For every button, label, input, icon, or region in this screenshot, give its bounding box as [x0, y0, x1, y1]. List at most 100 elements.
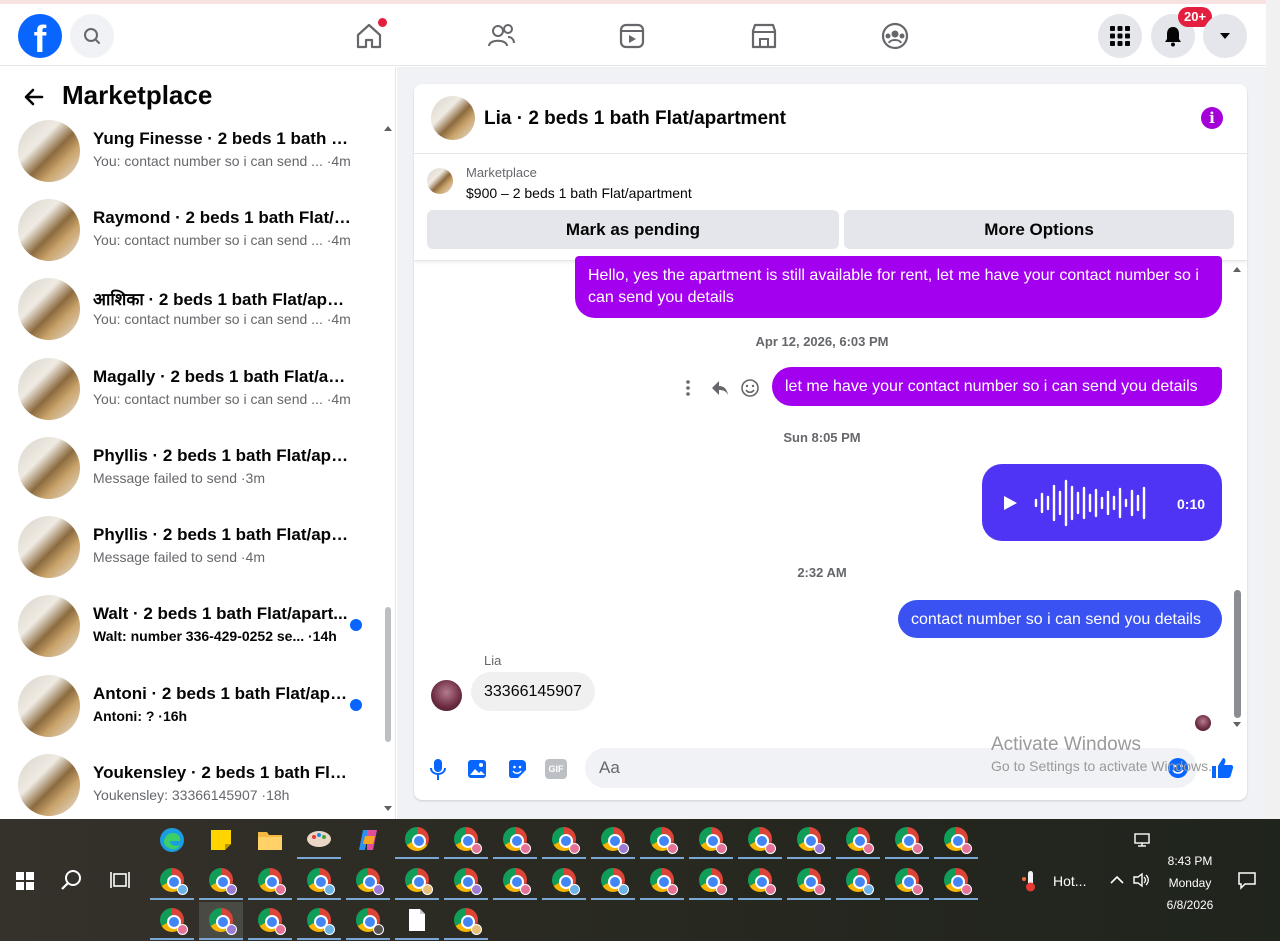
marketplace-tab[interactable]	[744, 16, 784, 56]
page-scrollbar[interactable]	[1266, 0, 1280, 819]
copilot-app[interactable]	[346, 821, 390, 859]
chrome-window[interactable]	[346, 902, 390, 940]
sent-message[interactable]: let me have your contact number so i can…	[772, 367, 1222, 406]
sent-message[interactable]: Hello, yes the apartment is still availa…	[575, 256, 1222, 318]
chrome-window[interactable]	[934, 821, 978, 859]
chrome-window[interactable]	[395, 821, 439, 859]
conversation-item[interactable]: Phyllis · 2 beds 1 bath Flat/apart... Me…	[18, 437, 378, 499]
chrome-window[interactable]	[689, 821, 733, 859]
chrome-window[interactable]	[689, 862, 733, 900]
chrome-window[interactable]	[297, 902, 341, 940]
sticky-notes-app[interactable]	[199, 821, 243, 859]
search-button[interactable]	[70, 14, 114, 58]
chrome-window[interactable]	[640, 862, 684, 900]
chrome-window[interactable]	[591, 862, 635, 900]
chrome-icon	[797, 827, 825, 854]
chrome-window[interactable]	[444, 902, 488, 940]
chrome-window[interactable]	[836, 821, 880, 859]
notepad-app[interactable]	[395, 902, 439, 940]
chrome-window[interactable]	[444, 862, 488, 900]
chrome-window[interactable]	[248, 862, 292, 900]
listing-thumbnail	[18, 516, 80, 578]
chrome-window[interactable]	[248, 902, 292, 940]
conversation-item[interactable]: Antoni · 2 beds 1 bath Flat/apa... Anton…	[18, 675, 378, 737]
sender-avatar[interactable]	[431, 680, 462, 711]
react-icon[interactable]	[740, 378, 760, 398]
sidebar-scroll-thumb[interactable]	[385, 607, 391, 742]
chrome-window[interactable]	[836, 862, 880, 900]
chrome-window[interactable]	[934, 862, 978, 900]
chat-scrollbar[interactable]	[1232, 262, 1244, 732]
chrome-window[interactable]	[640, 821, 684, 859]
chrome-window[interactable]	[493, 821, 537, 859]
chrome-window[interactable]	[542, 862, 586, 900]
chrome-window[interactable]	[885, 862, 929, 900]
account-button[interactable]	[1203, 14, 1247, 58]
menu-button[interactable]	[1098, 14, 1142, 58]
gif-button[interactable]: GIF	[545, 759, 567, 779]
conversation-item[interactable]: Youkensley · 2 beds 1 bath Flat/a... You…	[18, 754, 378, 816]
video-tab[interactable]	[612, 16, 652, 56]
chrome-window[interactable]	[738, 821, 782, 859]
chrome-icon	[846, 827, 874, 854]
conversation-preview: Walt: number 336-429-0252 se... ·14h	[93, 628, 337, 644]
chat-avatar[interactable]	[431, 96, 475, 140]
edge-app[interactable]	[150, 821, 194, 859]
chrome-window[interactable]	[885, 821, 929, 859]
chrome-window[interactable]	[199, 902, 243, 940]
chat-title[interactable]: Lia · 2 beds 1 bath Flat/apartment	[484, 108, 786, 130]
chrome-window[interactable]	[542, 821, 586, 859]
file-explorer-app[interactable]	[248, 821, 292, 859]
info-icon[interactable]: i	[1201, 107, 1223, 129]
windows-start-icon[interactable]	[16, 872, 34, 890]
friends-icon	[488, 24, 515, 47]
received-message[interactable]: 33366145907	[471, 672, 595, 711]
conversation-item[interactable]: Magally · 2 beds 1 bath Flat/apar... You…	[18, 358, 378, 420]
chrome-window[interactable]	[787, 862, 831, 900]
chrome-window[interactable]	[444, 821, 488, 859]
photo-icon[interactable]	[466, 758, 488, 780]
notification-center-icon[interactable]	[1237, 870, 1257, 890]
chrome-window[interactable]	[787, 821, 831, 859]
chrome-icon	[503, 827, 531, 854]
chrome-window[interactable]	[150, 902, 194, 940]
task-view-icon[interactable]	[110, 871, 130, 889]
taskbar-search-icon[interactable]	[60, 868, 84, 892]
friends-tab[interactable]	[481, 16, 521, 56]
volume-icon[interactable]	[1132, 872, 1150, 888]
paint-app[interactable]	[297, 821, 341, 859]
chevron-up-icon[interactable]	[1110, 875, 1124, 885]
more-options-button[interactable]: More Options	[844, 210, 1234, 249]
chrome-window[interactable]	[738, 862, 782, 900]
conversation-item[interactable]: Raymond · 2 beds 1 bath Flat/ap... You: …	[18, 199, 378, 261]
conversation-item[interactable]: आशिका · 2 beds 1 bath Flat/apart... You:…	[18, 278, 378, 340]
chrome-window[interactable]	[493, 862, 537, 900]
reply-icon[interactable]	[710, 379, 730, 397]
sent-message[interactable]: contact number so i can send you details	[898, 600, 1222, 638]
more-vertical-icon[interactable]	[683, 379, 693, 397]
sidebar-scrollbar[interactable]	[383, 126, 393, 817]
weather-text: Hot...	[1053, 873, 1087, 889]
listing-price[interactable]: $900 – 2 beds 1 bath Flat/apartment	[466, 185, 692, 201]
conversation-item[interactable]: Phyllis · 2 beds 1 bath Flat/apart... Me…	[18, 516, 378, 578]
chrome-window[interactable]	[150, 862, 194, 900]
system-clock[interactable]: 8:43 PM Monday 6/8/2026	[1150, 850, 1230, 916]
chrome-window[interactable]	[297, 862, 341, 900]
facebook-logo[interactable]: f	[18, 14, 62, 58]
back-button[interactable]	[22, 85, 46, 114]
mark-as-pending-button[interactable]: Mark as pending	[427, 210, 839, 249]
conversation-item[interactable]: Walt · 2 beds 1 bath Flat/apart... Walt:…	[18, 595, 378, 657]
chrome-window[interactable]	[591, 821, 635, 859]
network-icon[interactable]	[1133, 832, 1151, 848]
chrome-window[interactable]	[395, 862, 439, 900]
conversation-item[interactable]: Yung Finesse · 2 beds 1 bath Flat... You…	[18, 120, 378, 182]
sticker-icon[interactable]	[506, 758, 528, 780]
voice-message[interactable]: 0:10	[982, 464, 1222, 541]
thumbs-up-icon[interactable]	[1209, 755, 1235, 781]
play-icon[interactable]	[1000, 493, 1020, 513]
chrome-window[interactable]	[199, 862, 243, 900]
microphone-icon[interactable]	[427, 757, 449, 781]
chrome-window[interactable]	[346, 862, 390, 900]
groups-tab[interactable]	[875, 16, 915, 56]
chat-scroll-thumb[interactable]	[1234, 590, 1241, 718]
